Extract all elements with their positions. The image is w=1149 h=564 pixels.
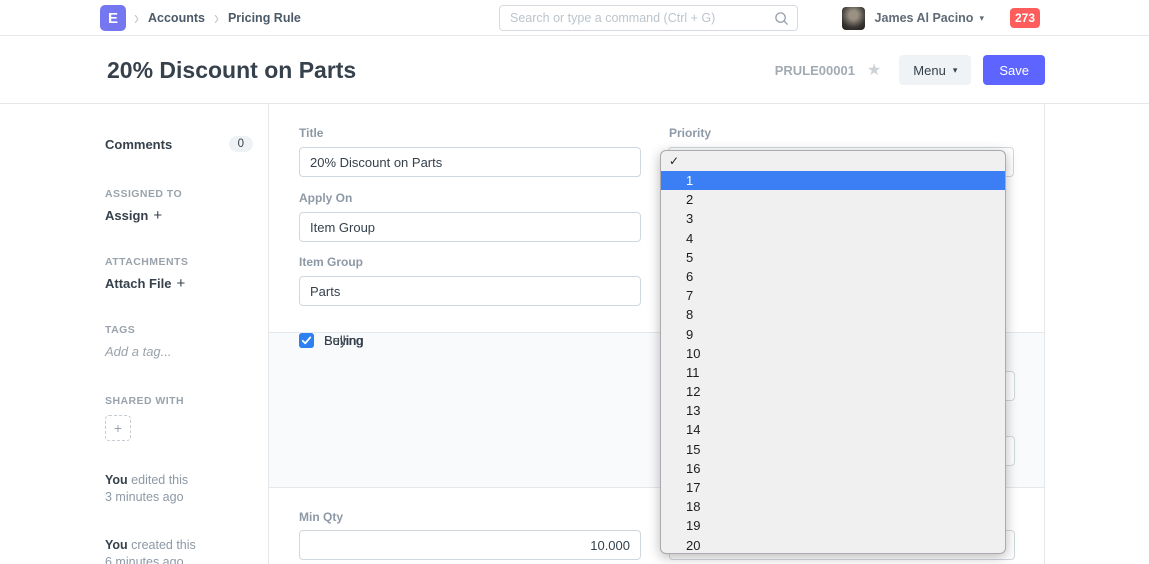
checkbox-field[interactable]: Buying — [299, 333, 364, 348]
min-qty-field-label: Min Qty — [299, 510, 641, 524]
dropdown-option[interactable]: 4 — [661, 229, 1005, 248]
apply-on-field[interactable] — [299, 212, 641, 242]
timeline-action: edited this — [131, 473, 188, 487]
apply-on-field-label: Apply On — [299, 191, 641, 205]
checkbox-label: Buying — [324, 333, 364, 348]
comments-link[interactable]: Comments — [105, 137, 172, 152]
dropdown-option[interactable]: 14 — [661, 420, 1005, 439]
priority-field-label: Priority — [669, 126, 1015, 140]
dropdown-option[interactable]: 5 — [661, 248, 1005, 267]
item-group-field-label: Item Group — [299, 255, 641, 269]
timeline-action: created this — [131, 538, 196, 552]
menu-button-label: Menu — [913, 63, 946, 78]
dropdown-option[interactable]: 18 — [661, 497, 1005, 516]
dropdown-option[interactable]: 17 — [661, 478, 1005, 497]
priority-dropdown-options: 1 2 3 4 5 6 7 8 9 10 11 12 — [661, 171, 1005, 554]
assign-button[interactable]: Assign + — [105, 207, 162, 224]
chevron-down-icon: ▾ — [979, 13, 984, 24]
dropdown-option[interactable]: 16 — [661, 459, 1005, 478]
checkbox-icon[interactable] — [299, 333, 314, 348]
page-title: 20% Discount on Parts — [107, 36, 356, 104]
plus-icon: + — [176, 275, 185, 292]
notification-badge[interactable]: 273 — [1010, 8, 1040, 28]
page-head: 20% Discount on Parts PRULE00001 ★ Menu … — [0, 36, 1149, 104]
title-field-label: Title — [299, 126, 641, 140]
breadcrumb: › Accounts › Pricing Rule — [134, 0, 301, 36]
menu-button[interactable]: Menu ▾ — [899, 55, 971, 85]
dropdown-option[interactable]: 2 — [661, 190, 1005, 209]
plus-icon: + — [153, 207, 162, 224]
dropdown-option[interactable]: 20 — [661, 536, 1005, 554]
global-search — [499, 5, 798, 31]
user-name[interactable]: James Al Pacino — [875, 11, 974, 25]
created-timeline-entry: You created this 6 minutes ago — [105, 537, 196, 564]
breadcrumb-pricing-rule[interactable]: Pricing Rule — [228, 11, 301, 25]
app-window: E › Accounts › Pricing Rule James Al Pac… — [0, 0, 1149, 564]
add-tag-input[interactable]: Add a tag... — [105, 344, 172, 359]
assign-label: Assign — [105, 208, 148, 223]
dropdown-option[interactable]: 19 — [661, 516, 1005, 535]
doc-id: PRULE00001 — [775, 63, 855, 78]
dropdown-option[interactable]: 15 — [661, 440, 1005, 459]
assigned-to-heading: ASSIGNED TO — [105, 188, 182, 200]
tags-heading: TAGS — [105, 324, 135, 336]
attach-file-label: Attach File — [105, 276, 171, 291]
save-button[interactable]: Save — [983, 55, 1045, 85]
chevron-right-icon: › — [134, 8, 139, 28]
page-actions: PRULE00001 ★ Menu ▾ Save — [775, 36, 1045, 104]
min-qty-field[interactable] — [299, 530, 641, 560]
dropdown-option[interactable]: 10 — [661, 344, 1005, 363]
dropdown-option[interactable]: 12 — [661, 382, 1005, 401]
timeline-when: 3 minutes ago — [105, 490, 184, 504]
edited-timeline-entry: You edited this 3 minutes ago — [105, 472, 188, 506]
attachments-heading: ATTACHMENTS — [105, 256, 188, 268]
timeline-when: 6 minutes ago — [105, 555, 184, 564]
sidebar: Comments 0 ASSIGNED TO Assign + ATTACHMEN… — [0, 104, 268, 564]
dropdown-option[interactable]: 6 — [661, 267, 1005, 286]
timeline-who: You — [105, 538, 128, 552]
star-icon[interactable]: ★ — [867, 60, 881, 80]
attach-file-button[interactable]: Attach File + — [105, 275, 185, 292]
breadcrumb-accounts[interactable]: Accounts — [148, 11, 205, 25]
user-menu[interactable]: James Al Pacino ▾ 273 — [842, 0, 1040, 36]
app-logo[interactable]: E — [100, 5, 126, 31]
shared-with-heading: SHARED WITH — [105, 395, 184, 407]
priority-dropdown: ✓ 1 2 3 4 5 6 7 8 9 10 11 — [660, 150, 1006, 554]
search-icon — [774, 11, 789, 31]
dropdown-option[interactable]: 7 — [661, 286, 1005, 305]
share-add-button[interactable]: + — [105, 415, 131, 441]
item-group-field[interactable] — [299, 276, 641, 306]
dropdown-selected-blank-option[interactable]: ✓ — [661, 151, 1005, 171]
dropdown-option[interactable]: 1 — [661, 171, 1005, 190]
chevron-down-icon: ▾ — [953, 65, 958, 76]
navbar: E › Accounts › Pricing Rule James Al Pac… — [0, 0, 1149, 36]
search-input[interactable] — [499, 5, 798, 31]
dropdown-option[interactable]: 11 — [661, 363, 1005, 382]
chevron-right-icon: › — [214, 8, 219, 28]
avatar[interactable] — [842, 7, 865, 30]
comments-count-badge: 0 — [229, 136, 253, 152]
dropdown-option[interactable]: 3 — [661, 209, 1005, 228]
dropdown-option[interactable]: 9 — [661, 325, 1005, 344]
title-field[interactable] — [299, 147, 641, 177]
dropdown-option[interactable]: 13 — [661, 401, 1005, 420]
comments-row[interactable]: Comments 0 — [105, 136, 253, 152]
dropdown-option[interactable]: 8 — [661, 305, 1005, 324]
timeline-who: You — [105, 473, 128, 487]
